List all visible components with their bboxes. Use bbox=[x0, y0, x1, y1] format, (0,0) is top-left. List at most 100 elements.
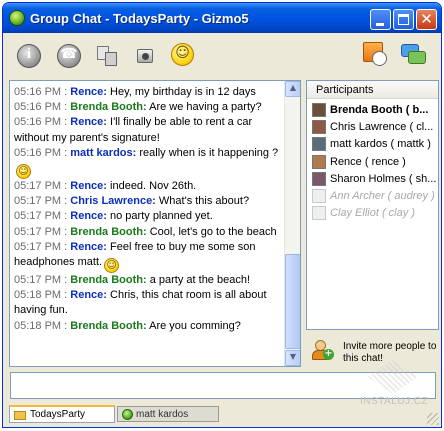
message-text: Are we having a party? bbox=[149, 101, 262, 114]
window-title: Group Chat - TodaysParty - Gizmo5 bbox=[30, 11, 249, 26]
tab-label: TodaysParty bbox=[30, 409, 86, 420]
avatar bbox=[312, 120, 326, 135]
message-row: 05:18 PM : Rence: Chris, this chat room … bbox=[14, 288, 286, 318]
maximize-button[interactable] bbox=[393, 9, 414, 30]
smiley-glyph: ☺ bbox=[175, 45, 190, 61]
message-text: a party at the beach! bbox=[149, 274, 251, 287]
message-row: 05:17 PM : Rence: no party planned yet. bbox=[14, 209, 286, 224]
message-list: 05:16 PM : Rence: Hey, my birthday is in… bbox=[14, 85, 286, 334]
message-timestamp: 05:17 PM : bbox=[14, 274, 68, 287]
participant-item[interactable]: matt kardos ( mattk ) bbox=[310, 136, 438, 153]
message-text: Cool, let's go to the beach bbox=[149, 225, 277, 238]
emoticon-picker-icon[interactable]: ☺ bbox=[171, 43, 194, 66]
message-sender: Rence: bbox=[70, 180, 107, 193]
title-bar[interactable]: Group Chat - TodaysParty - Gizmo5 ✕ bbox=[3, 3, 441, 33]
info-glyph: i bbox=[26, 46, 32, 62]
file-transfer-icon[interactable] bbox=[96, 44, 120, 68]
minimize-icon bbox=[376, 23, 384, 26]
video-camera-icon[interactable] bbox=[135, 44, 159, 68]
participant-name: Brenda Booth ( b... bbox=[330, 104, 429, 116]
message-sender: Chris Lawrence: bbox=[70, 195, 156, 208]
transcript-scrollbar[interactable]: ▲ ▼ bbox=[284, 81, 300, 366]
message-timestamp: 05:17 PM : bbox=[14, 195, 68, 208]
watermark-text: INSTALUJ.CZ bbox=[360, 396, 429, 407]
avatar bbox=[312, 103, 326, 117]
message-sender: Rence: bbox=[70, 210, 107, 223]
message-row: 05:17 PM : Brenda Booth: Cool, let's go … bbox=[14, 225, 286, 240]
close-button[interactable]: ✕ bbox=[416, 9, 437, 30]
participant-name: Sharon Holmes ( sh... bbox=[330, 172, 437, 185]
chat-transcript[interactable]: 05:16 PM : Rence: Hey, my birthday is in… bbox=[9, 80, 301, 367]
file-back-shape bbox=[105, 52, 117, 66]
message-text: What's this about? bbox=[158, 195, 250, 208]
arrow-down-icon: ▼ bbox=[289, 352, 297, 361]
message-row: 05:17 PM : Chris Lawrence: What's this a… bbox=[14, 194, 286, 209]
message-sender: Brenda Booth: bbox=[70, 274, 147, 287]
message-timestamp: 05:16 PM : bbox=[14, 101, 68, 114]
resize-grip[interactable] bbox=[427, 413, 439, 425]
message-text: Hey, my birthday is in 12 days bbox=[110, 86, 256, 98]
participant-item[interactable]: Rence ( rence ) bbox=[310, 154, 438, 171]
message-text: Are you comming? bbox=[149, 319, 241, 332]
message-text: really when is it happening ? bbox=[139, 146, 279, 159]
tab-todaysparty[interactable]: TodaysParty bbox=[9, 405, 115, 423]
participant-name: Clay Elliot ( clay ) bbox=[330, 207, 415, 220]
tab-matt-kardos[interactable]: matt kardos bbox=[117, 406, 219, 422]
camera-lens-shape bbox=[142, 53, 149, 60]
message-row: 05:16 PM : Brenda Booth: Are we having a… bbox=[14, 100, 286, 115]
participant-item[interactable]: Chris Lawrence ( cl... bbox=[310, 119, 438, 136]
participant-item[interactable]: Ann Archer ( audrey ) bbox=[310, 188, 438, 205]
participants-header: Participants bbox=[307, 81, 438, 99]
message-row: 05:16 PM : matt kardos: really when is i… bbox=[14, 146, 286, 180]
chat-bubbles-icon[interactable] bbox=[401, 42, 427, 68]
avatar bbox=[312, 171, 326, 186]
gizmo-app-icon bbox=[9, 10, 25, 26]
smiley-emoticon-icon: ☺ bbox=[104, 258, 120, 274]
message-timestamp: 05:16 PM : bbox=[14, 116, 68, 129]
message-timestamp: 05:18 PM : bbox=[14, 319, 68, 332]
plus-badge: + bbox=[323, 348, 334, 360]
message-row: 05:18 PM : Brenda Booth: Are you comming… bbox=[14, 319, 286, 334]
message-sender: matt kardos: bbox=[70, 146, 137, 159]
minimize-button[interactable] bbox=[370, 9, 391, 30]
history-icon[interactable] bbox=[363, 42, 389, 68]
smiley-emoticon-icon: ☺ bbox=[16, 164, 31, 180]
participant-item[interactable]: Sharon Holmes ( sh... bbox=[310, 171, 438, 188]
arrow-up-icon: ▲ bbox=[289, 83, 297, 92]
phone-glyph: ☎ bbox=[60, 46, 78, 62]
message-sender: Brenda Booth: bbox=[70, 319, 147, 332]
message-sender: Rence: bbox=[70, 240, 107, 253]
info-icon[interactable]: i bbox=[17, 44, 41, 68]
avatar bbox=[312, 154, 326, 169]
clock-face-shape bbox=[372, 51, 387, 66]
call-icon[interactable]: ☎ bbox=[57, 44, 81, 68]
participant-name: Rence ( rence ) bbox=[330, 155, 406, 168]
message-text: indeed. Nov 26th. bbox=[110, 180, 197, 193]
online-status-icon bbox=[122, 409, 133, 420]
watermark: INSTALUJ.CZ bbox=[350, 360, 440, 410]
close-icon: ✕ bbox=[420, 10, 433, 28]
message-row: 05:17 PM : Brenda Booth: a party at the … bbox=[14, 273, 286, 288]
message-sender: Rence: bbox=[70, 86, 107, 98]
avatar bbox=[312, 137, 326, 152]
message-row: 05:17 PM : Rence: indeed. Nov 26th. bbox=[14, 179, 286, 194]
message-sender: Brenda Booth: bbox=[70, 225, 147, 238]
message-row: 05:17 PM : Rence: Feel free to buy me so… bbox=[14, 240, 286, 274]
avatar bbox=[312, 188, 326, 203]
bubble-green-shape bbox=[408, 51, 426, 64]
message-timestamp: 05:18 PM : bbox=[14, 289, 68, 302]
message-text: no party planned yet. bbox=[110, 210, 213, 223]
add-person-icon: + bbox=[311, 340, 334, 362]
message-timestamp: 05:16 PM : bbox=[14, 146, 68, 159]
group-chat-icon bbox=[14, 411, 26, 420]
participant-name: Ann Archer ( audrey ) bbox=[330, 189, 435, 202]
message-timestamp: 05:17 PM : bbox=[14, 210, 68, 223]
participant-item[interactable]: Clay Elliot ( clay ) bbox=[310, 205, 438, 222]
scroll-thumb[interactable] bbox=[285, 254, 300, 349]
maximize-icon bbox=[398, 14, 409, 25]
participant-item[interactable]: Brenda Booth ( b... bbox=[310, 102, 438, 119]
message-timestamp: 05:17 PM : bbox=[14, 240, 68, 253]
message-row: 05:16 PM : Rence: Hey, my birthday is in… bbox=[14, 85, 286, 100]
scroll-down-button[interactable]: ▼ bbox=[285, 350, 300, 366]
scroll-up-button[interactable]: ▲ bbox=[285, 81, 300, 97]
